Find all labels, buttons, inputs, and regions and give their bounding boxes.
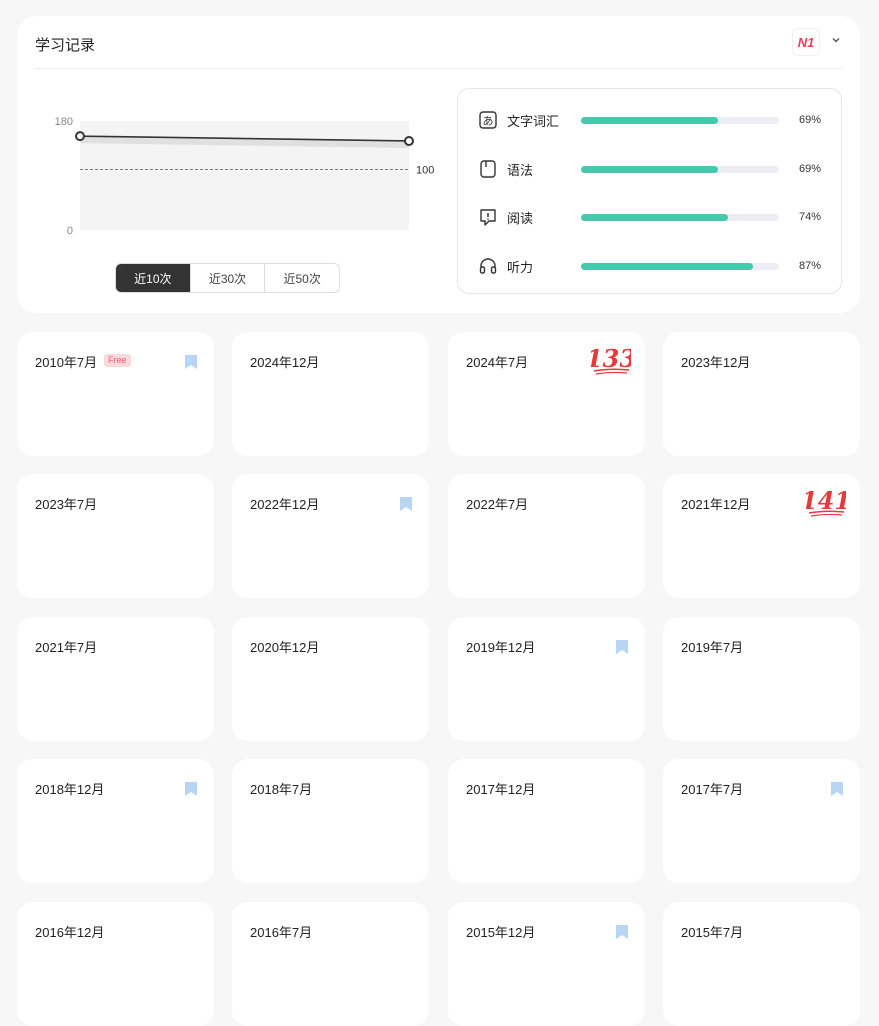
skill-row-listening: 听力 87% — [478, 255, 821, 277]
score-stamp: 141 — [806, 488, 846, 517]
exam-card[interactable]: 2019年7月 — [663, 617, 860, 741]
exam-card[interactable]: 2024年7月 133 — [448, 332, 645, 456]
free-badge: Free — [104, 354, 131, 367]
exam-date: 2016年12月 — [35, 925, 105, 940]
skill-bar-fill — [581, 165, 718, 173]
grammar-icon — [480, 160, 496, 178]
reading-icon — [480, 209, 496, 226]
skill-bar — [581, 165, 779, 173]
exam-date: 2020年12月 — [250, 640, 320, 655]
skill-label: 听力 — [507, 259, 534, 275]
bookmark-icon[interactable] — [185, 355, 197, 369]
skill-label: 阅读 — [507, 210, 534, 226]
range-tab-10[interactable]: 近10次 — [116, 264, 190, 292]
exam-date: 2024年7月 — [466, 355, 529, 370]
skill-percent: 69% — [798, 163, 821, 175]
exam-date: 2024年12月 — [250, 355, 320, 370]
reference-label: 100 — [416, 164, 434, 176]
skill-bar-fill — [581, 213, 728, 221]
exam-date: 2017年7月 — [681, 782, 744, 797]
data-point[interactable] — [75, 131, 85, 142]
skill-bar-fill — [581, 262, 754, 270]
exam-date: 2021年12月 — [681, 497, 751, 512]
score-chart: 180 0 100 — [35, 94, 435, 244]
exam-card[interactable]: 2017年12月 — [448, 759, 645, 883]
headphones-icon — [479, 258, 497, 274]
bookmark-icon[interactable] — [185, 782, 197, 796]
exam-card[interactable]: 2018年7月 — [232, 759, 429, 883]
exam-date: 2023年12月 — [681, 355, 751, 370]
skill-bar — [581, 213, 779, 221]
exam-card[interactable]: 2023年7月 — [17, 474, 214, 598]
exam-card[interactable]: 2016年12月 — [17, 902, 214, 1026]
y-tick-label: 180 — [55, 116, 73, 128]
data-point[interactable] — [404, 135, 414, 146]
exam-card[interactable]: 2022年12月 — [232, 474, 429, 598]
vocabulary-icon: あ — [479, 111, 497, 129]
bookmark-icon[interactable] — [831, 782, 843, 796]
exam-card[interactable]: 2024年12月 — [232, 332, 429, 456]
exam-card[interactable]: 2020年12月 — [232, 617, 429, 741]
skill-percent: 87% — [798, 260, 821, 272]
exam-card[interactable]: 2021年7月 — [17, 617, 214, 741]
range-tab-50[interactable]: 近50次 — [264, 264, 339, 292]
skill-bar-fill — [581, 116, 718, 124]
range-selector: 近10次 近30次 近50次 — [115, 263, 340, 293]
exam-date: 2010年7月 — [35, 355, 98, 370]
skill-label: 语法 — [507, 162, 534, 178]
exam-card[interactable]: 2019年12月 — [448, 617, 645, 741]
skill-percent: 69% — [798, 114, 821, 126]
exam-date: 2017年12月 — [466, 782, 536, 797]
exam-card[interactable]: 2015年12月 — [448, 902, 645, 1026]
exam-card[interactable]: 2022年7月 — [448, 474, 645, 598]
skill-bar — [581, 116, 779, 124]
card-title: 学习记录 — [35, 37, 96, 54]
score-chart-svg: 180 0 100 — [55, 116, 435, 237]
exam-card[interactable]: 2021年12月 141 — [663, 474, 860, 598]
exam-card[interactable]: 2018年12月 — [17, 759, 214, 883]
exam-date: 2019年12月 — [466, 640, 536, 655]
bookmark-icon[interactable] — [616, 640, 628, 654]
exam-date: 2015年12月 — [466, 925, 536, 940]
skill-row-vocabulary: あ 文字词汇 69% — [478, 109, 821, 131]
bookmark-icon[interactable] — [616, 925, 628, 939]
score-stamp: 133 — [591, 346, 631, 375]
exam-date: 2018年12月 — [35, 782, 105, 797]
exam-card[interactable]: 2015年7月 — [663, 902, 860, 1026]
svg-text:あ: あ — [483, 115, 494, 128]
skill-label: 文字词汇 — [507, 113, 560, 129]
exam-date: 2019年7月 — [681, 640, 744, 655]
y-tick-label: 0 — [67, 225, 73, 237]
study-record-card: 学习记录 N1 180 0 100 近10次 近30次 近50次 あ 文字词汇 69… — [17, 16, 860, 313]
exam-date: 2022年12月 — [250, 497, 320, 512]
skill-row-reading: 阅读 74% — [478, 206, 821, 228]
skill-breakdown: あ 文字词汇 69% 语法 69% 阅读 74% 听力 87% — [457, 88, 842, 294]
exam-card[interactable]: 2017年7月 — [663, 759, 860, 883]
bookmark-icon[interactable] — [400, 497, 412, 511]
exam-date: 2021年7月 — [35, 640, 98, 655]
level-selector[interactable]: N1 — [792, 28, 820, 56]
exam-card[interactable]: 2023年12月 — [663, 332, 860, 456]
exam-date: 2023年7月 — [35, 497, 98, 512]
card-header: 学习记录 N1 — [35, 16, 842, 69]
skill-row-grammar: 语法 69% — [478, 158, 821, 180]
range-tab-30[interactable]: 近30次 — [189, 264, 265, 292]
exam-card[interactable]: 2010年7月 Free — [17, 332, 214, 456]
exam-date: 2015年7月 — [681, 925, 744, 940]
chevron-down-icon[interactable] — [830, 34, 842, 46]
exam-date: 2018年7月 — [250, 782, 313, 797]
exam-card[interactable]: 2016年7月 — [232, 902, 429, 1026]
skill-percent: 74% — [798, 211, 821, 223]
exam-date: 2016年7月 — [250, 925, 313, 940]
skill-bar — [581, 262, 779, 270]
exam-date: 2022年7月 — [466, 497, 529, 512]
